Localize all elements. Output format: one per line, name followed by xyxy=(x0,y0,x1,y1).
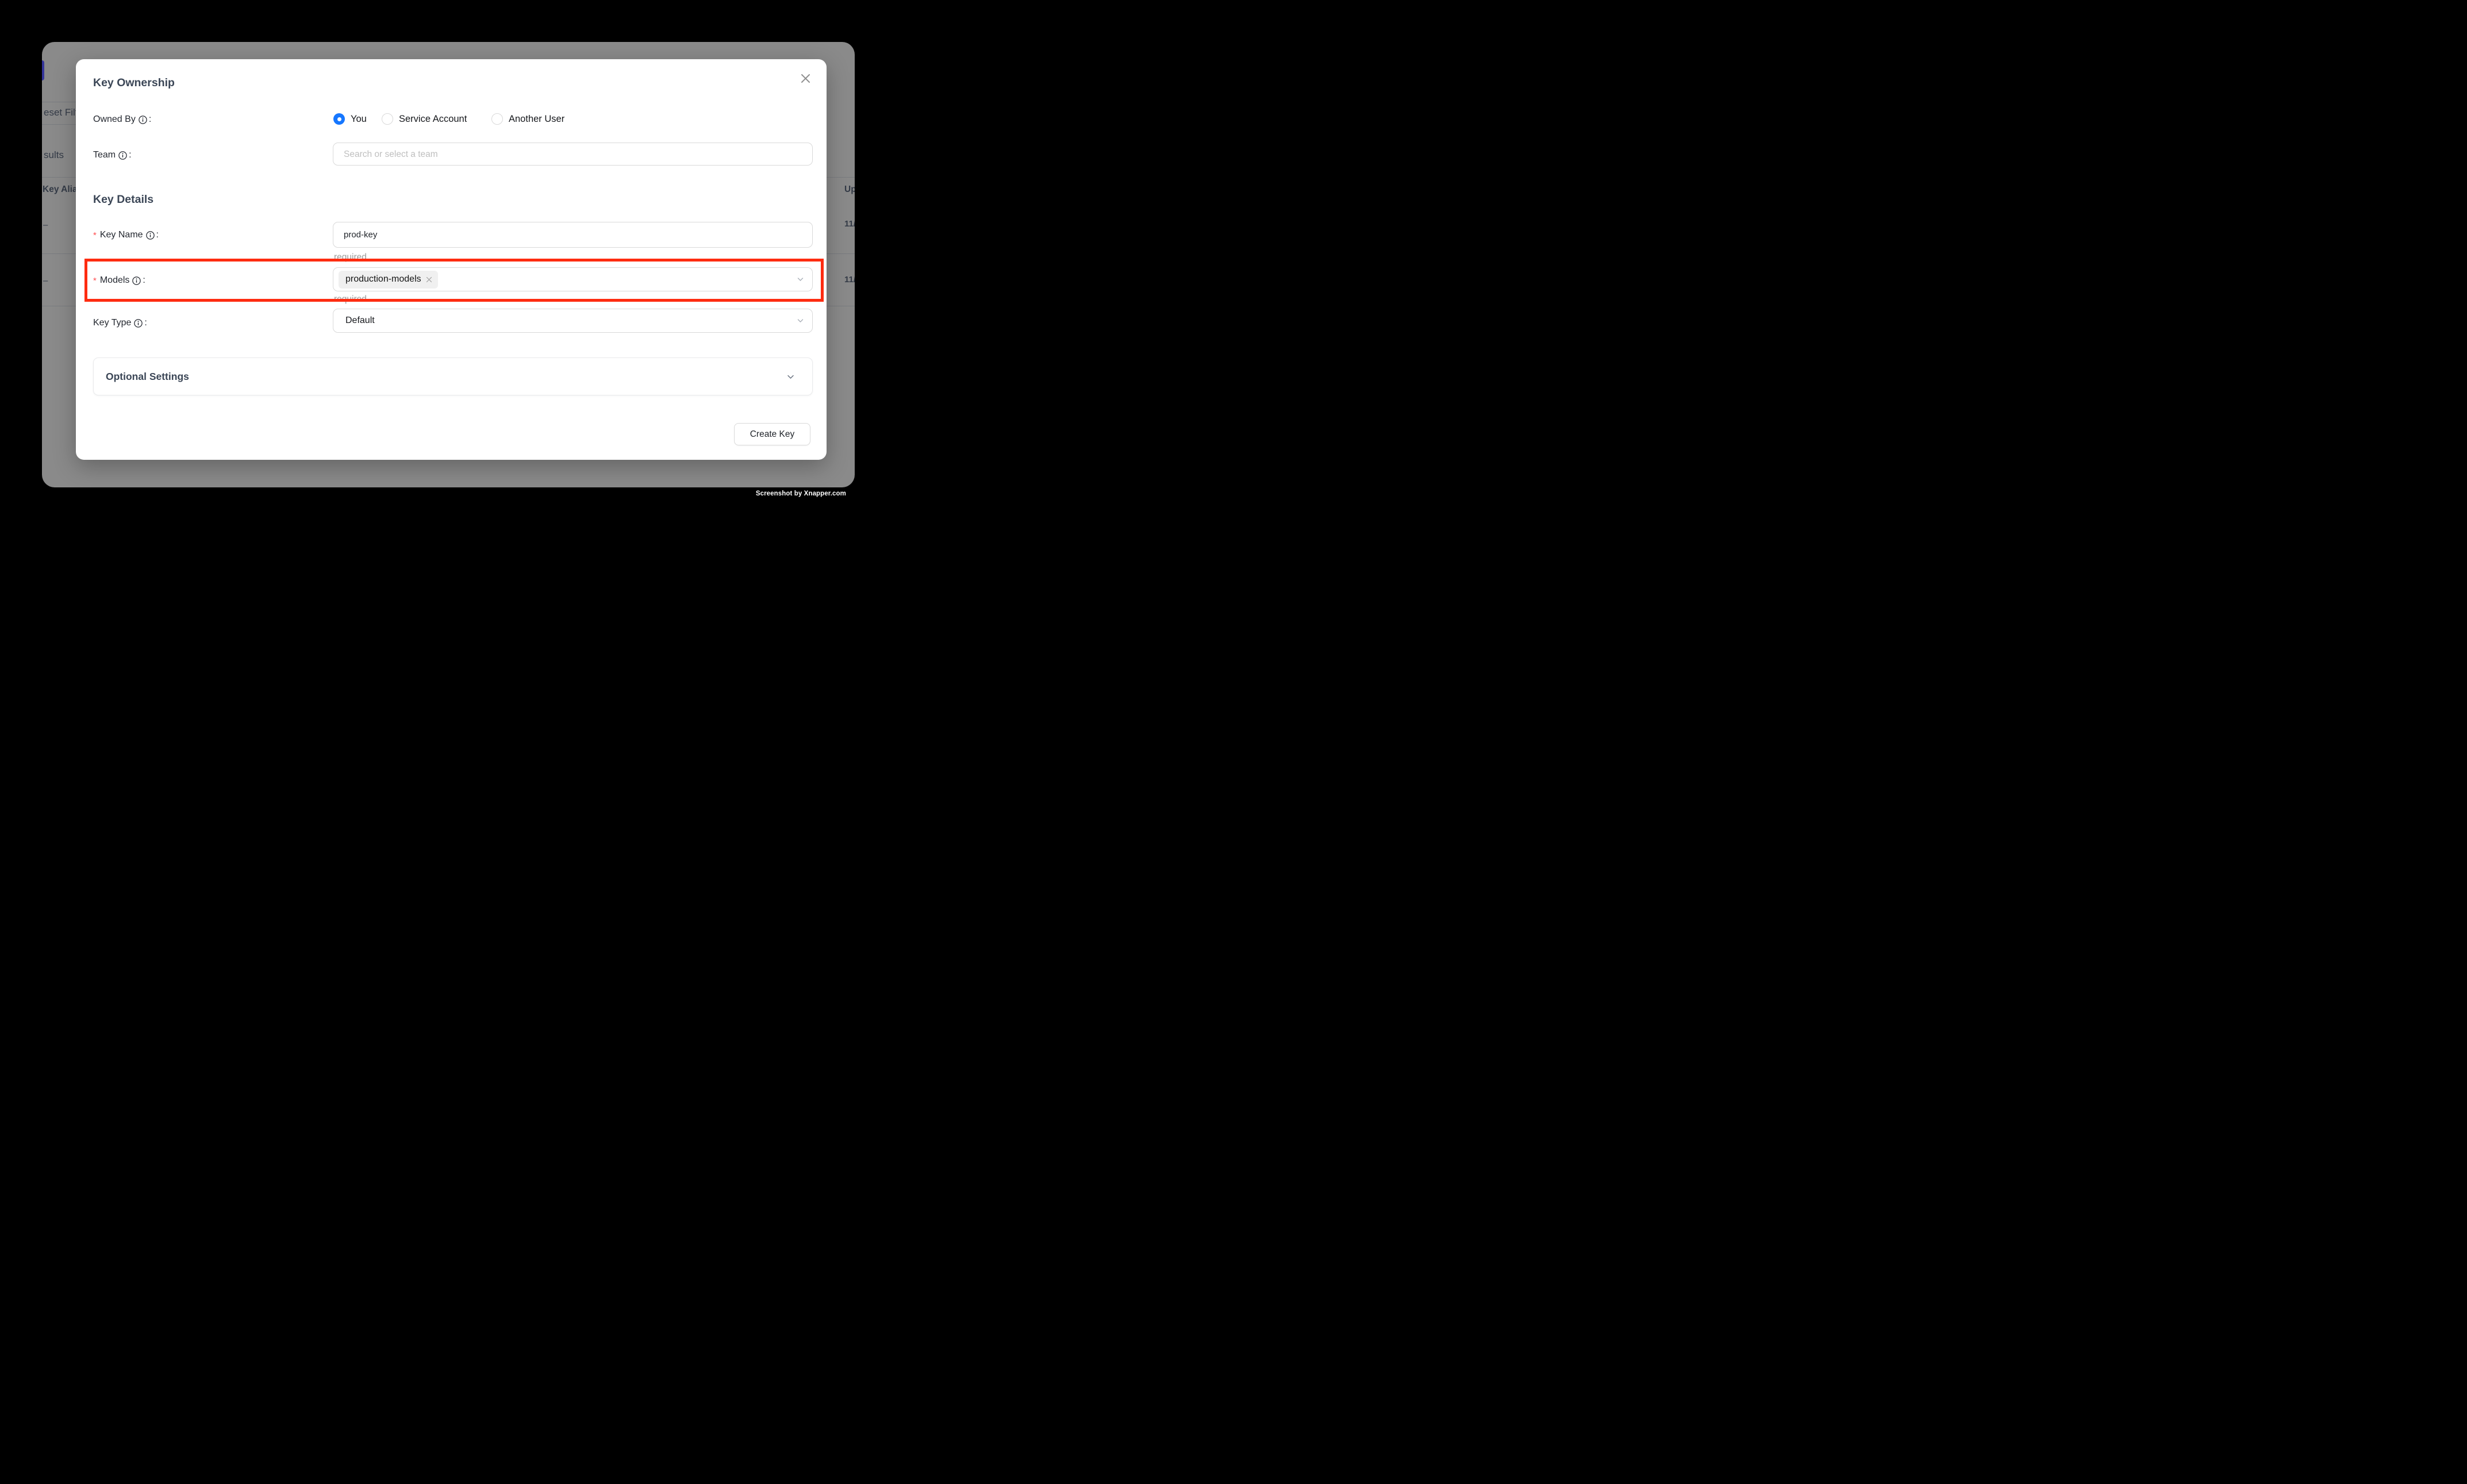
radio-owned-by-you[interactable]: You xyxy=(333,112,367,126)
owned-by-label: Owned By : xyxy=(93,114,151,125)
key-name-label: * Key Name : xyxy=(93,230,159,240)
key-details-heading: Key Details xyxy=(93,193,153,206)
modal-title: Key Ownership xyxy=(93,76,175,90)
optional-settings-toggle[interactable]: Optional Settings xyxy=(93,357,813,395)
table-cell-dash: – xyxy=(43,276,48,286)
radio-owned-by-another-user[interactable]: Another User xyxy=(491,112,564,126)
required-asterisk: * xyxy=(93,276,97,286)
key-type-select[interactable]: Default xyxy=(333,309,813,333)
background-blue-button-fragment xyxy=(42,60,44,80)
key-name-required-message: required xyxy=(334,252,367,263)
chevron-down-icon xyxy=(786,372,795,381)
reset-filters-partial-label: eset Filt xyxy=(44,107,78,118)
key-type-value: Default xyxy=(333,316,375,326)
optional-settings-label: Optional Settings xyxy=(106,371,189,383)
radio-icon xyxy=(333,113,345,125)
radio-label: Service Account xyxy=(399,114,467,125)
chevron-down-icon xyxy=(797,317,804,325)
radio-icon xyxy=(382,113,393,125)
radio-label: Another User xyxy=(509,114,564,125)
close-button[interactable] xyxy=(796,70,814,89)
table-cell-date: 11/ xyxy=(844,275,855,285)
radio-icon xyxy=(491,113,503,125)
table-cell-dash: – xyxy=(43,220,48,230)
table-cell-date: 11/ xyxy=(844,219,855,229)
radio-label: You xyxy=(351,114,367,125)
selected-model-tag: production-models xyxy=(339,271,438,289)
selected-model-tag-label: production-models xyxy=(345,274,421,285)
chevron-down-icon xyxy=(797,276,804,283)
models-required-message: required xyxy=(334,294,367,305)
close-icon xyxy=(801,74,810,85)
info-icon xyxy=(118,151,127,160)
column-header-updated: Up xyxy=(844,184,855,195)
remove-tag-icon[interactable] xyxy=(426,276,432,283)
watermark-text: Screenshot by Xnapper.com xyxy=(756,490,846,497)
results-partial-label: sults xyxy=(44,149,64,161)
radio-owned-by-service-account[interactable]: Service Account xyxy=(382,112,467,126)
key-name-input[interactable] xyxy=(333,222,813,248)
models-select[interactable]: production-models xyxy=(333,267,813,291)
create-key-modal: Key Ownership Owned By : You Service Acc… xyxy=(76,59,827,460)
info-icon xyxy=(134,319,143,328)
column-header-key-alias: Key Alia xyxy=(43,184,78,195)
info-icon xyxy=(146,231,155,240)
info-icon xyxy=(132,276,141,285)
team-label: Team : xyxy=(93,150,132,160)
screenshot-canvas: eset Filt sults Key Alia Up – 11/ – 11/ … xyxy=(0,0,897,539)
key-type-label: Key Type : xyxy=(93,318,147,328)
create-key-button[interactable]: Create Key xyxy=(734,423,810,445)
team-select-input[interactable] xyxy=(333,143,813,166)
required-asterisk: * xyxy=(93,230,97,240)
info-icon xyxy=(139,116,147,124)
models-label: * Models : xyxy=(93,275,145,286)
